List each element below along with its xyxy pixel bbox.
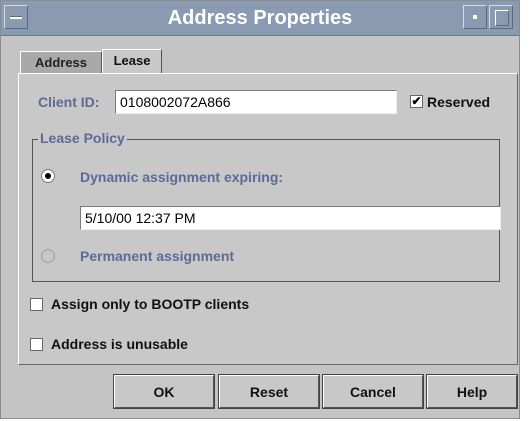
address-unusable-label[interactable]: Address is unusable [51,336,188,352]
minimize-icon[interactable] [463,5,487,29]
client-id-label: Client ID: [38,94,100,110]
maximize-icon[interactable] [489,5,513,29]
reserved-label: Reserved [427,94,491,110]
ok-button[interactable]: OK [113,374,215,409]
window-title: Address Properties [167,7,353,29]
lease-policy-title: Lease Policy [38,130,127,146]
dynamic-assignment-label[interactable]: Dynamic assignment expiring: [80,169,283,185]
permanent-assignment-label[interactable]: Permanent assignment [80,248,234,264]
reserved-checkbox[interactable]: ✔ [410,95,423,108]
checkmark-icon: ✔ [411,94,422,108]
tab-lease[interactable]: Lease [102,49,162,75]
reset-button[interactable]: Reset [218,374,320,409]
bootp-only-checkbox[interactable] [30,298,43,311]
help-button[interactable]: Help [426,374,518,409]
tab-address[interactable]: Address [20,51,102,73]
bootp-only-label[interactable]: Assign only to BOOTP clients [51,296,249,312]
expiration-date-field[interactable]: 5/10/00 12:37 PM [80,206,501,230]
dynamic-assignment-radio[interactable] [41,169,55,183]
address-unusable-checkbox[interactable] [30,338,43,351]
client-id-field[interactable]: 0108002072A866 [115,90,397,114]
permanent-assignment-radio[interactable] [41,249,55,263]
title-bar[interactable]: Address Properties [1,1,519,36]
cancel-button[interactable]: Cancel [322,374,424,409]
